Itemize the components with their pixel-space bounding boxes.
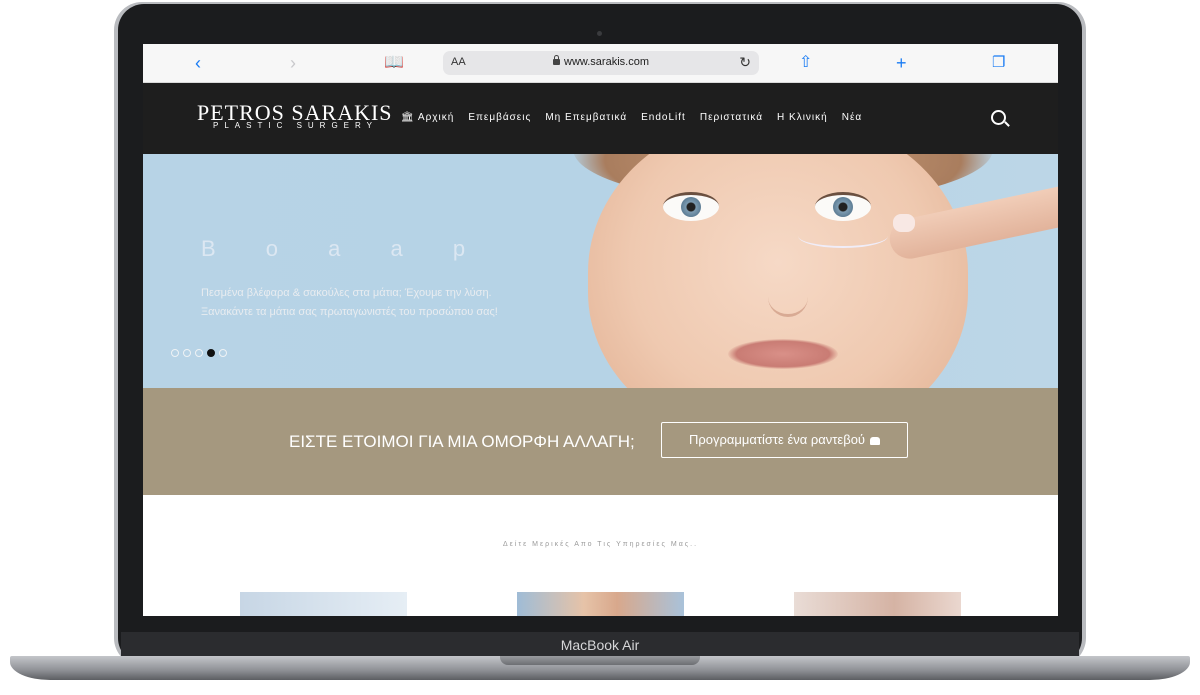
hero-subtitle: Πεσμένα βλέφαρα & σακούλες στα μάτια; Έχ… bbox=[201, 284, 498, 322]
hero-image-eye-left bbox=[663, 192, 719, 221]
slider-dots bbox=[171, 349, 227, 357]
screen: ‹ › 📖 AA www.sarakis.com ↻ ⇧ + ❐ PETROS … bbox=[143, 44, 1058, 616]
search-icon[interactable] bbox=[991, 110, 1006, 125]
slider-dot[interactable] bbox=[219, 349, 227, 357]
hero-image-nose bbox=[768, 244, 808, 317]
menu-item-news[interactable]: Νέα bbox=[842, 112, 862, 123]
site-header: PETROS SARAKIS PLASTIC SURGERY 🏛 Αρχική … bbox=[143, 83, 1058, 154]
chevron-left-icon[interactable]: ‹ bbox=[195, 53, 201, 73]
address-bar[interactable]: AA www.sarakis.com ↻ bbox=[443, 51, 759, 75]
cta-text: ΕΙΣΤΕ ΕΤΟΙΜΟΙ ΓΙΑ ΜΙΑ ΟΜΟΡΦΗ ΑΛΛΑΓΗ; bbox=[289, 432, 635, 451]
services-heading: Δείτε Μερικές Απο Τις Υπηρεσίες Μας.. bbox=[502, 541, 699, 548]
logo-sub-text: PLASTIC SURGERY bbox=[213, 121, 378, 130]
menu-item-procedures[interactable]: Επεμβάσεις bbox=[468, 112, 531, 123]
lock-icon bbox=[553, 55, 561, 65]
tabs-icon[interactable]: ❐ bbox=[992, 53, 1005, 73]
hero-title: B o a a p bbox=[201, 236, 488, 261]
reload-icon[interactable]: ↻ bbox=[739, 54, 751, 71]
camera-icon bbox=[597, 31, 602, 36]
menu-item-home[interactable]: 🏛 Αρχική bbox=[401, 112, 454, 123]
menu-item-cases[interactable]: Περιστατικά bbox=[700, 112, 763, 123]
chevron-right-icon[interactable]: › bbox=[290, 53, 296, 73]
hero-image-eye-right bbox=[815, 192, 871, 221]
book-appointment-button[interactable]: Προγραμματίστε ένα ραντεβού bbox=[661, 422, 908, 458]
service-thumbnail[interactable] bbox=[240, 592, 407, 616]
hero-subtitle-line1: Πεσμένα βλέφαρα & σακούλες στα μάτια; Έχ… bbox=[201, 287, 492, 299]
book-appointment-label: Προγραμματίστε ένα ραντεβού bbox=[688, 432, 866, 447]
laptop-notch bbox=[500, 656, 700, 665]
slider-dot[interactable] bbox=[195, 349, 203, 357]
url-text: www.sarakis.com bbox=[564, 56, 649, 68]
laptop-chin: MacBook Air bbox=[121, 632, 1079, 658]
menu-item-clinic[interactable]: Η Κλινική bbox=[777, 112, 828, 123]
menu-item-non-invasive[interactable]: Μη Επεμβατικά bbox=[545, 112, 627, 123]
hero-image-highlight bbox=[798, 224, 888, 248]
device-label: MacBook Air bbox=[560, 637, 640, 653]
phone-icon bbox=[870, 437, 881, 445]
share-icon[interactable]: ⇧ bbox=[799, 53, 812, 73]
slider-dot[interactable] bbox=[207, 349, 215, 357]
slider-dot[interactable] bbox=[183, 349, 191, 357]
service-thumbnail[interactable] bbox=[517, 592, 684, 616]
plus-icon[interactable]: + bbox=[896, 53, 907, 73]
site-logo[interactable]: PETROS SARAKIS PLASTIC SURGERY bbox=[197, 102, 393, 131]
browser-toolbar: ‹ › 📖 AA www.sarakis.com ↻ ⇧ + ❐ bbox=[143, 44, 1058, 83]
cta-banner: ΕΙΣΤΕ ΕΤΟΙΜΟΙ ΓΙΑ ΜΙΑ ΟΜΟΡΦΗ ΑΛΛΑΓΗ; Προ… bbox=[143, 388, 1058, 495]
hero-subtitle-line2: Ξανακάντε τα μάτια σας πρωταγωνιστές του… bbox=[201, 306, 498, 318]
main-menu: 🏛 Αρχική Επεμβάσεις Μη Επεμβατικά EndoLi… bbox=[401, 112, 876, 123]
slider-dot[interactable] bbox=[171, 349, 179, 357]
book-icon[interactable]: 📖 bbox=[384, 53, 404, 73]
hero-image-lips bbox=[728, 339, 838, 369]
menu-item-endolift[interactable]: EndoLift bbox=[641, 112, 686, 123]
service-thumbnail[interactable] bbox=[794, 592, 961, 616]
hero-image-nail bbox=[893, 214, 915, 232]
hero-slider: B o a a p Πεσμένα βλέφαρα & σακούλες στα… bbox=[143, 154, 1058, 388]
